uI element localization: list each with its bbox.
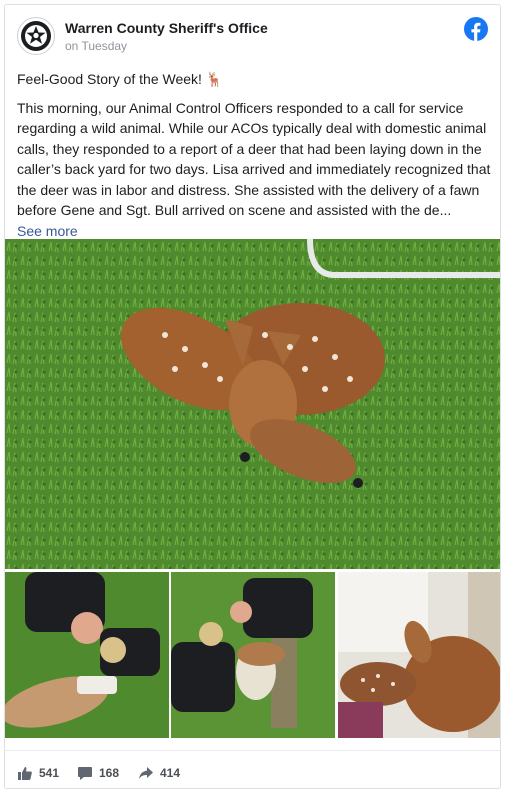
- share-icon: [139, 767, 153, 779]
- officers-with-deer-image: [171, 572, 335, 738]
- post-text: This morning, our Animal Control Officer…: [17, 99, 491, 219]
- fawns-in-grass-image: [5, 239, 500, 569]
- share-count: 414: [160, 766, 181, 780]
- photo-thumb-2[interactable]: [171, 572, 335, 738]
- photo-grid: [5, 572, 500, 738]
- like-icon: [18, 767, 32, 780]
- post-footer: 541 168 414: [5, 750, 500, 788]
- like-count: 541: [39, 766, 60, 780]
- post-header: Warren County Sheriff's Office on Tuesda…: [5, 5, 500, 67]
- photo-thumb-3[interactable]: [338, 572, 500, 738]
- comment-icon: [78, 767, 92, 780]
- doe-and-fawn-resting-image: [338, 572, 500, 738]
- like-button[interactable]: 541: [17, 765, 59, 781]
- page-name-link[interactable]: Warren County Sheriff's Office: [65, 20, 268, 36]
- fawns-main-photo[interactable]: [5, 239, 500, 569]
- post-body: Feel-Good Story of the Week! 🦌 This morn…: [17, 69, 492, 241]
- facebook-post-embed: Warren County Sheriff's Office on Tuesda…: [4, 4, 501, 789]
- post-timestamp[interactable]: on Tuesday: [65, 39, 127, 53]
- share-button[interactable]: 414: [138, 765, 180, 781]
- comment-count: 168: [99, 766, 120, 780]
- sheriff-star-icon: [21, 21, 51, 51]
- post-headline: Feel-Good Story of the Week! 🦌: [17, 71, 224, 87]
- facebook-logo-icon[interactable]: [464, 17, 488, 41]
- officers-assisting-deer-image: [5, 572, 169, 738]
- see-more-link[interactable]: See more: [17, 223, 78, 239]
- photo-thumb-1[interactable]: [5, 572, 169, 738]
- page-avatar[interactable]: [17, 17, 55, 55]
- comment-button[interactable]: 168: [77, 765, 119, 781]
